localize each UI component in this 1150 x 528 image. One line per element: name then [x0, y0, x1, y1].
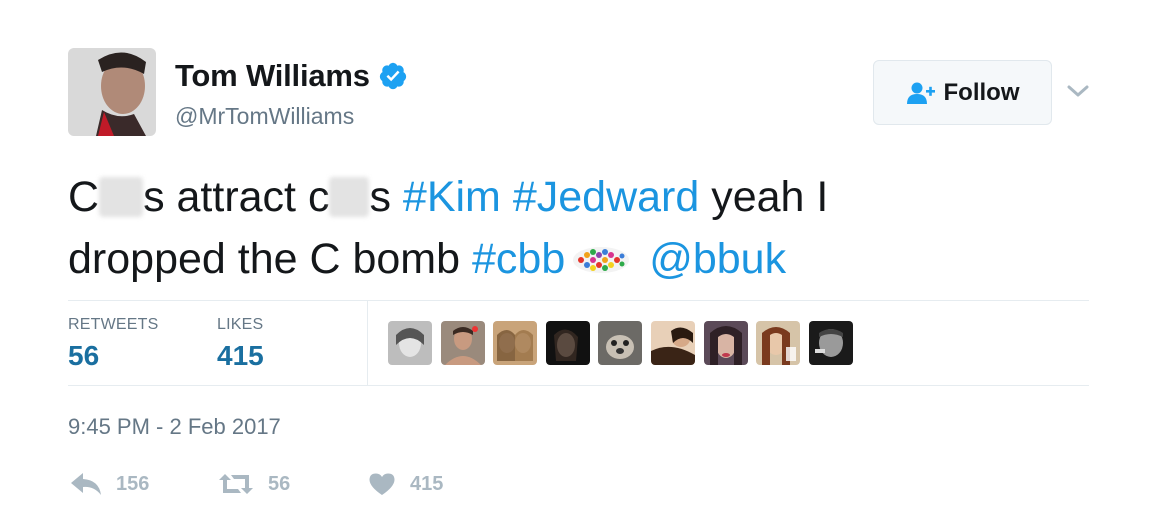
like-count: 415: [410, 472, 444, 495]
divider: [367, 301, 368, 385]
liker-avatar[interactable]: [493, 321, 538, 365]
retweets-stat[interactable]: RETWEETS 56: [68, 316, 159, 372]
censored-text: [329, 177, 370, 217]
divider: [68, 385, 1089, 386]
reply-icon: [71, 473, 101, 495]
liker-avatar[interactable]: [388, 321, 432, 365]
verified-badge-icon: [379, 62, 406, 90]
likes-stat[interactable]: LIKES 415: [217, 316, 264, 372]
avatar[interactable]: [68, 48, 156, 136]
censored-text: [99, 177, 144, 217]
likes-value: 415: [217, 340, 264, 371]
mention-bbuk[interactable]: @bbuk: [649, 235, 786, 283]
liker-avatar[interactable]: [703, 321, 748, 365]
retweets-label: RETWEETS: [68, 316, 159, 333]
follow-button[interactable]: Follow: [873, 60, 1052, 125]
tweet-timestamp[interactable]: 9:45 PM - 2 Feb 2017: [68, 414, 281, 440]
liker-avatar[interactable]: [756, 321, 801, 365]
likes-label: LIKES: [217, 316, 264, 333]
divider: [68, 300, 1089, 301]
retweet-count: 56: [268, 472, 291, 495]
liker-avatar[interactable]: [650, 321, 695, 365]
liker-avatar[interactable]: [545, 321, 590, 365]
likers-list: [388, 321, 861, 365]
retweets-value: 56: [68, 340, 100, 371]
liker-avatar[interactable]: [808, 321, 853, 365]
tweet-text: Cs attract cs #Kim #Jedward yeah I dropp…: [68, 173, 829, 283]
liker-avatar[interactable]: [440, 321, 485, 365]
candy-emoji-icon: [573, 247, 630, 273]
retweet-button[interactable]: 56: [218, 472, 368, 496]
hashtag-kim[interactable]: #Kim: [403, 173, 501, 221]
like-button[interactable]: 415: [368, 472, 443, 496]
chevron-down-icon[interactable]: [1066, 82, 1090, 100]
retweet-icon: [219, 474, 253, 494]
hashtag-cbb[interactable]: #cbb: [472, 235, 565, 283]
hashtag-jedward[interactable]: #Jedward: [513, 173, 699, 221]
heart-icon: [369, 473, 395, 495]
user-handle[interactable]: @MrTomWilliams: [175, 103, 354, 130]
add-user-icon: [906, 82, 935, 104]
follow-label: Follow: [943, 78, 1020, 106]
reply-count: 156: [116, 472, 150, 495]
liker-avatar[interactable]: [598, 321, 643, 365]
reply-button[interactable]: 156: [70, 472, 218, 496]
display-name[interactable]: Tom Williams: [175, 58, 370, 94]
